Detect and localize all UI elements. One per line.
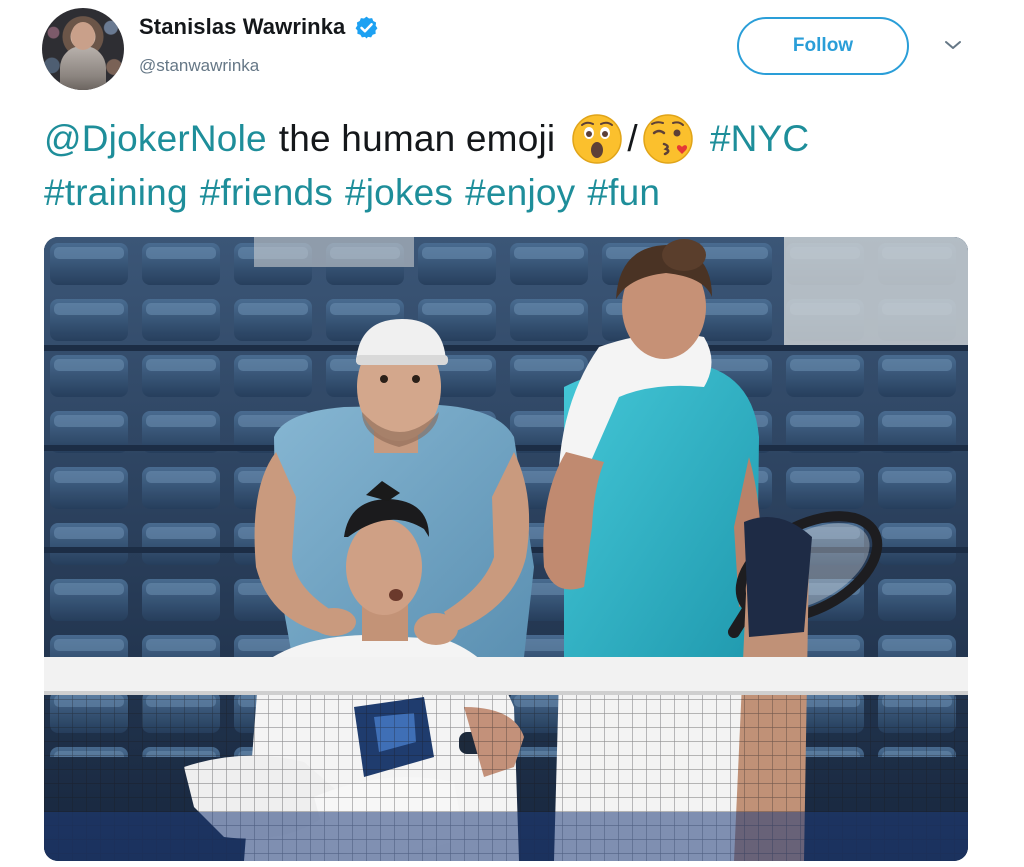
astonished-face-emoji — [572, 114, 623, 164]
tweet-text-line-2: #training #friends #jokes #enjoy #fun — [44, 166, 984, 220]
tweet-text-line-1: @DjokerNole the human emoji / #NYC — [44, 112, 984, 166]
hashtag-link[interactable]: #fun — [587, 166, 660, 220]
avatar-body — [60, 46, 106, 90]
avatar-face — [71, 22, 95, 50]
hashtag-link[interactable]: #training — [44, 166, 188, 220]
emoji-separator: / — [627, 118, 638, 159]
follow-button[interactable]: Follow — [737, 17, 909, 75]
tweet-photo[interactable] — [44, 237, 968, 861]
hashtag-link[interactable]: #NYC — [710, 112, 810, 166]
face-blowing-kiss-emoji — [643, 114, 693, 164]
user-avatar[interactable] — [42, 8, 124, 90]
verified-badge-icon — [355, 16, 378, 38]
display-name[interactable]: Stanislas Wawrinka — [139, 14, 345, 40]
hashtag-link[interactable]: #enjoy — [465, 166, 575, 220]
tennis-training-photo — [44, 237, 968, 861]
hashtag-link[interactable]: #friends — [200, 166, 333, 220]
chevron-down-icon[interactable] — [943, 38, 963, 52]
tweet-card: Stanislas Wawrinka @stanwawrinka Follow … — [0, 0, 1024, 867]
tweet-body-text: the human emoji — [278, 118, 556, 159]
user-handle[interactable]: @stanwawrinka — [139, 56, 259, 76]
name-row: Stanislas Wawrinka — [139, 14, 379, 40]
mention-link[interactable]: @DjokerNole — [44, 112, 267, 166]
tweet-text: @DjokerNole the human emoji / #NYC #trai… — [44, 112, 984, 220]
hashtag-link[interactable]: #jokes — [345, 166, 453, 220]
